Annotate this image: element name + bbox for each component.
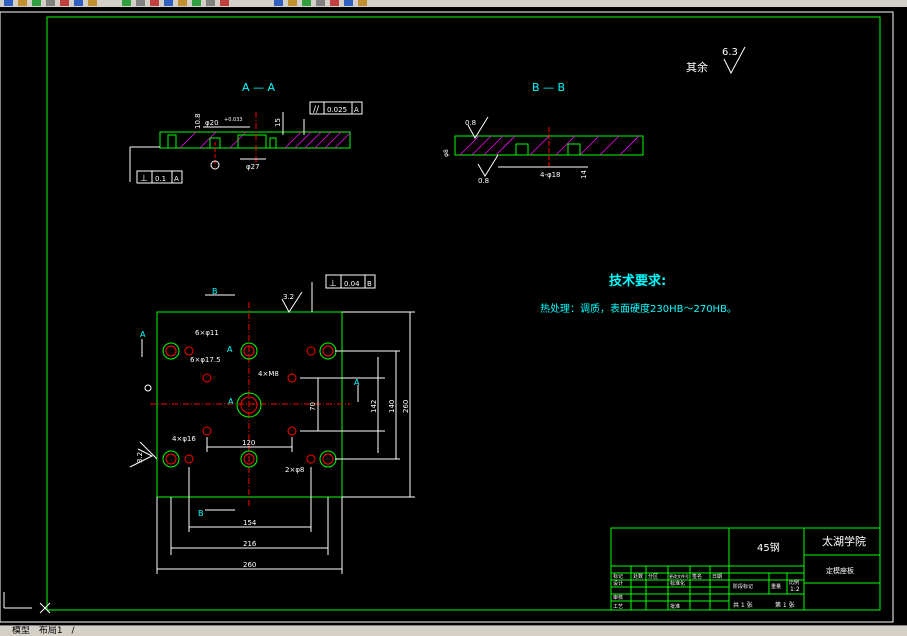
title-review: 审核 — [613, 594, 623, 601]
title-stage-0: 阶段标记 — [733, 583, 753, 590]
paste-icon[interactable] — [122, 0, 131, 6]
section-bb-title: B — B — [532, 81, 565, 94]
plan-label-b-bottom: B — [198, 509, 204, 518]
zoom-window-icon[interactable] — [206, 0, 215, 6]
title-part-name: 定模座板 — [826, 566, 854, 575]
aa-dim-dia-top: φ20 — [205, 119, 219, 127]
aa-dim-height: 10.8 — [194, 113, 202, 129]
properties-icon[interactable] — [274, 0, 283, 6]
bb-rough-top: 0.8 — [465, 119, 476, 127]
plan-label-a-left: A — [140, 330, 146, 339]
title-row-labels-0: 标记 — [613, 573, 623, 580]
plan-holes-6x11: 6×φ11 — [195, 329, 219, 337]
aa-dim-15: 15 — [274, 118, 282, 127]
section-bb-view — [454, 116, 644, 177]
match-icon[interactable] — [136, 0, 145, 6]
aa-parallel-ref: A — [354, 106, 359, 114]
copy-icon[interactable] — [88, 0, 97, 6]
new-icon[interactable] — [4, 0, 13, 6]
aa-parallel-tol: 0.025 — [327, 106, 347, 114]
plan-view — [129, 282, 415, 574]
markup-icon[interactable] — [330, 0, 339, 6]
tool-palette-icon[interactable] — [302, 0, 311, 6]
roughness-rest-value: 6.3 — [722, 47, 738, 58]
section-aa-title: A — A — [242, 81, 276, 94]
toolbar — [0, 0, 907, 7]
help-icon[interactable] — [358, 0, 367, 6]
aa-perp-ref: A — [174, 175, 179, 183]
svg-text:⊥: ⊥ — [140, 174, 148, 184]
title-approve: 批准 — [670, 603, 680, 610]
plan-dim-142: 142 — [370, 400, 378, 413]
plan-holes-2x8: 2×φ8 — [285, 466, 304, 474]
title-row-labels-3: 更改文件号 — [669, 573, 689, 579]
plan-holes-4x16: 4×φ16 — [172, 435, 196, 443]
zoom-icon[interactable] — [192, 0, 201, 6]
title-school: 太湖学院 — [822, 534, 866, 548]
title-stage-1: 重量 — [771, 583, 781, 590]
drawing-frame — [46, 16, 881, 611]
plan-dim-120: 120 — [242, 439, 255, 447]
title-sheet-no: 第 1 张 — [775, 601, 795, 609]
plan-label-a-hole: A — [227, 345, 233, 354]
plan-label-b-top: B — [212, 287, 218, 296]
roughness-rest-label: 其余 — [686, 60, 708, 74]
aa-perp-tol: 0.1 — [155, 175, 166, 183]
calc-icon[interactable] — [344, 0, 353, 6]
drawing-canvas[interactable]: 其余 6.3 A — A B — B φ20 +0.033 10.8 15 φ2… — [0, 7, 907, 625]
design-center-icon[interactable] — [288, 0, 297, 6]
bb-dim-left: φ8 — [443, 149, 450, 157]
svg-text:⊥: ⊥ — [329, 279, 337, 289]
plan-label-a-right: A — [354, 378, 360, 387]
title-row-labels-2: 分区 — [648, 573, 658, 580]
plan-dim-140: 140 — [388, 400, 396, 413]
sheet-set-icon[interactable] — [316, 0, 325, 6]
svg-text://: // — [313, 105, 320, 115]
layout-tab-bar: 模型 布局1 / — [0, 625, 907, 636]
preview-icon[interactable] — [60, 0, 69, 6]
title-material: 45钢 — [757, 541, 780, 554]
plan-perp-tol: 0.04 — [344, 280, 360, 288]
title-standard: 标准化 — [670, 580, 685, 587]
aa-dim-dia27: φ27 — [246, 163, 260, 171]
plan-dim-154: 154 — [243, 519, 257, 527]
save-icon[interactable] — [32, 0, 41, 6]
redo-icon[interactable] — [164, 0, 173, 6]
title-stage-2: 比例 — [789, 579, 799, 586]
plan-perp-ref: B — [367, 280, 372, 288]
plan-dim-216: 216 — [243, 540, 257, 548]
plan-dim-260h: 260 — [243, 561, 256, 569]
zoom-prev-icon[interactable] — [220, 0, 229, 6]
plan-dim-260v: 260 — [402, 400, 410, 413]
title-process: 工艺 — [613, 604, 623, 610]
bb-dim-holes: 4-φ18 — [540, 171, 561, 179]
tech-req-title: 技术要求: — [609, 273, 666, 289]
undo-icon[interactable] — [150, 0, 159, 6]
tech-req-body: 热处理：调质，表面硬度230HB～270HB。 — [540, 302, 737, 315]
plan-dim-70: 70 — [309, 402, 317, 411]
title-row-labels-4: 签名 — [692, 573, 702, 580]
bb-dim-14: 14 — [580, 170, 588, 179]
title-scale: 1:2 — [790, 586, 800, 593]
cad-drawing: 其余 6.3 A — A B — B φ20 +0.033 10.8 15 φ2… — [0, 11, 894, 623]
title-design: 设计 — [613, 580, 623, 587]
sheet-border — [0, 11, 894, 623]
ucs-icon — [3, 592, 51, 614]
plan-hole-4xm8: 4×M8 — [258, 370, 279, 378]
pan-icon[interactable] — [178, 0, 187, 6]
aa-dim-tol: +0.033 — [224, 117, 243, 123]
plan-rough-left: 3.2 — [136, 452, 144, 463]
title-row-labels-5: 日期 — [712, 574, 722, 580]
title-row-labels-1: 处数 — [633, 573, 643, 580]
plan-rough: 3.2 — [283, 293, 294, 301]
open-icon[interactable] — [18, 0, 27, 6]
plan-label-a-center: A — [228, 397, 234, 406]
plan-holes-6x17: 6×φ17.5 — [190, 356, 221, 364]
title-sheet-total: 共 1 张 — [733, 601, 753, 609]
print-icon[interactable] — [46, 0, 55, 6]
bb-rough-bottom: 0.8 — [478, 177, 489, 185]
cut-icon[interactable] — [74, 0, 83, 6]
